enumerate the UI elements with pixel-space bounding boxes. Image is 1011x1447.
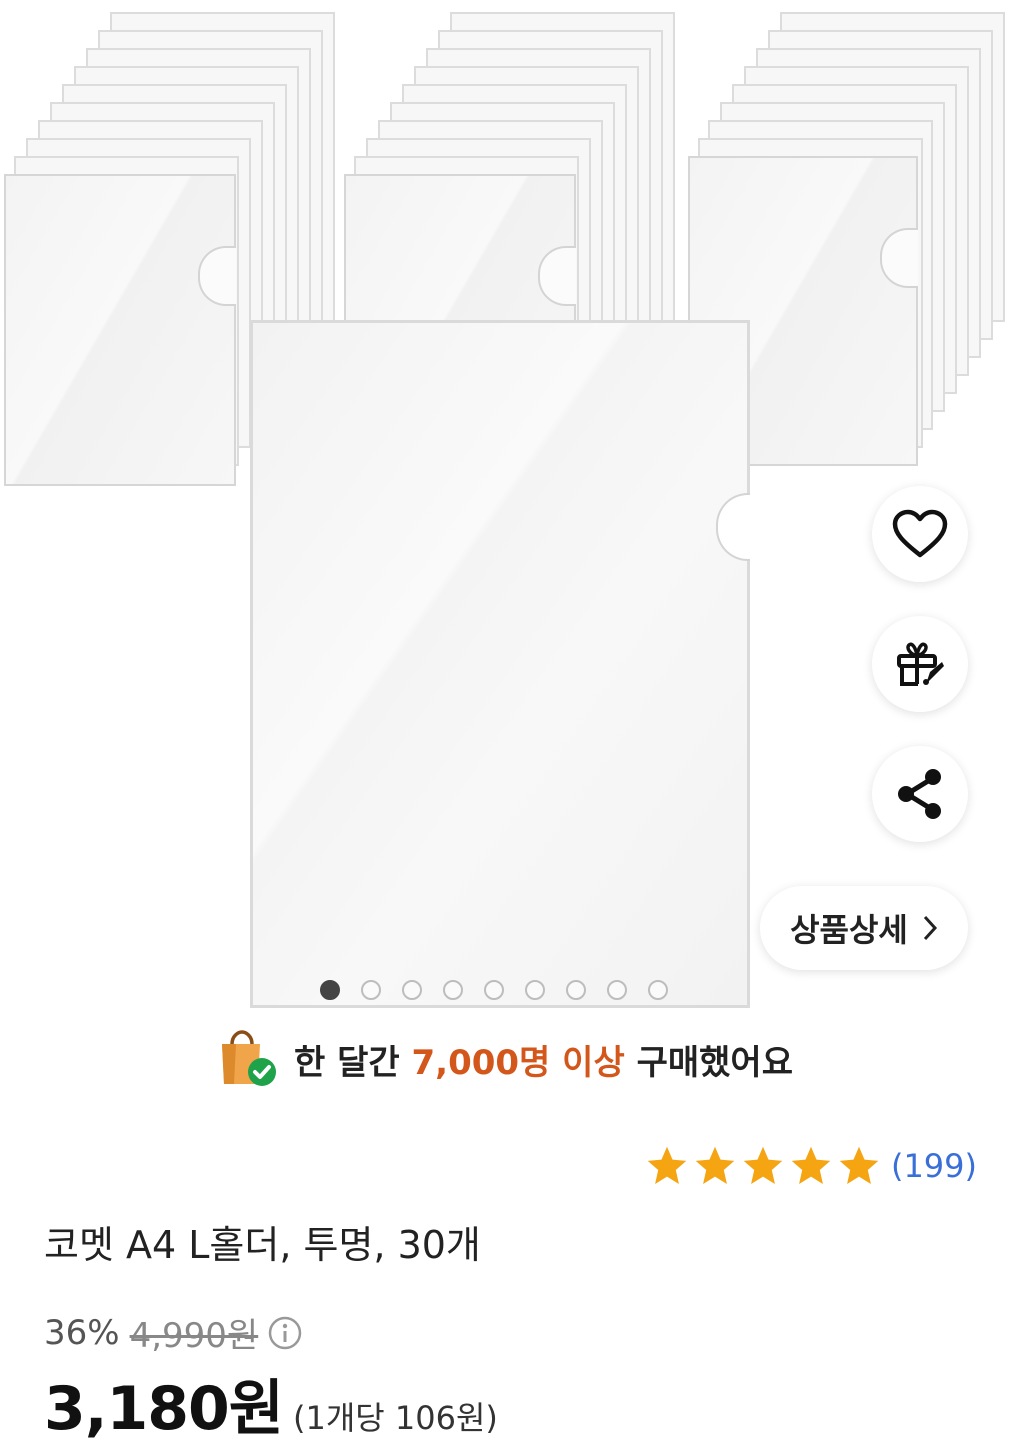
star-rating — [645, 1144, 881, 1188]
heart-outline-icon — [892, 509, 948, 558]
purchase-count-banner: 한 달간 7,000명 이상 구매했어요 — [0, 1026, 1011, 1092]
star-icon — [695, 1146, 735, 1184]
pagination-dot[interactable] — [402, 980, 422, 1000]
product-image-gallery[interactable] — [0, 0, 1011, 1020]
banner-prefix: 한 달간 — [293, 1042, 400, 1083]
gallery-pagination — [320, 980, 668, 1000]
review-count-link[interactable]: (199) — [891, 1147, 977, 1185]
product-detail-button[interactable]: 상품상세 — [760, 886, 968, 970]
banner-suffix: 구매했어요 — [636, 1042, 793, 1083]
share-icon — [898, 769, 941, 819]
star-icon — [791, 1146, 831, 1184]
share-button[interactable] — [872, 746, 968, 842]
star-icon — [647, 1146, 687, 1184]
gift-icon — [897, 642, 944, 686]
pagination-dot[interactable] — [525, 980, 545, 1000]
pagination-dot[interactable] — [320, 980, 340, 1000]
original-price: 4,990원 — [129, 1316, 259, 1356]
pagination-dot[interactable] — [648, 980, 668, 1000]
sale-price: 3,180원 — [44, 1374, 284, 1444]
price-discount-row: 36% 4,990원 — [44, 1308, 302, 1357]
pagination-dot[interactable] — [361, 980, 381, 1000]
main-folder-image — [250, 320, 750, 1008]
info-icon[interactable] — [268, 1316, 302, 1350]
pagination-dot[interactable] — [443, 980, 463, 1000]
shopping-bag-check-icon — [221, 1030, 276, 1086]
chevron-right-icon — [923, 915, 937, 941]
unit-price: (1개당 106원) — [293, 1399, 498, 1437]
discount-rate: 36% — [44, 1312, 120, 1353]
pagination-dot[interactable] — [566, 980, 586, 1000]
rating-summary[interactable]: (199) — [645, 1144, 977, 1188]
pagination-dot[interactable] — [607, 980, 627, 1000]
pagination-dot[interactable] — [484, 980, 504, 1000]
product-title: 코멧 A4 L홀더, 투명, 30개 — [44, 1223, 481, 1267]
banner-highlight: 7,000명 이상 — [411, 1042, 625, 1083]
price-row: 3,180원 (1개당 106원) — [44, 1360, 498, 1447]
star-icon — [839, 1146, 879, 1184]
product-detail-label: 상품상세 — [790, 911, 908, 949]
wishlist-button[interactable] — [872, 486, 968, 582]
gift-button[interactable] — [872, 616, 968, 712]
star-icon — [743, 1146, 783, 1184]
